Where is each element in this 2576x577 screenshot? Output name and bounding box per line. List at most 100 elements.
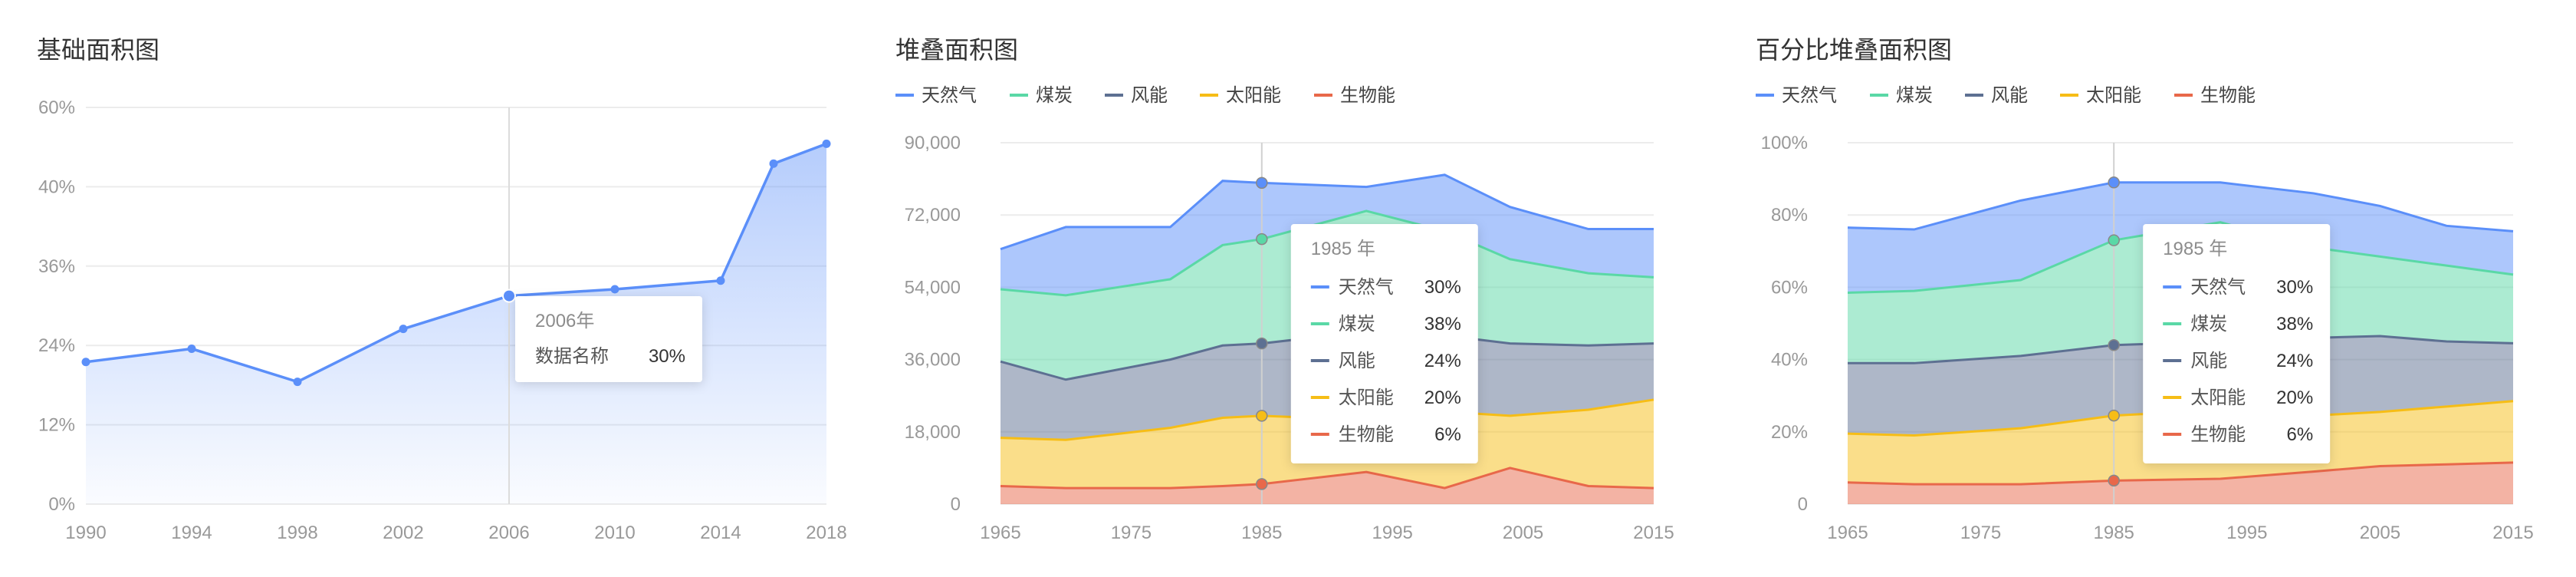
y-tick-label: 60% bbox=[1771, 277, 1808, 298]
tooltip-value: 24% bbox=[2276, 351, 2313, 371]
legend-item-biomass[interactable]: 生物能 bbox=[2174, 85, 2256, 106]
x-tick-label: 2005 bbox=[2360, 523, 2400, 543]
x-tick-label: 1995 bbox=[2226, 523, 2267, 543]
legend-item-coal[interactable]: 煤炭 bbox=[1870, 85, 1933, 106]
active-point[interactable] bbox=[2108, 409, 2120, 422]
x-tick-label: 1975 bbox=[1111, 523, 1152, 543]
x-tick-label: 1990 bbox=[65, 523, 106, 543]
legend-item-solar[interactable]: 太阳能 bbox=[2060, 85, 2141, 106]
data-point[interactable] bbox=[187, 345, 196, 354]
x-tick-label: 1965 bbox=[1827, 523, 1868, 543]
area-fill bbox=[86, 143, 826, 504]
x-tick-label: 1998 bbox=[277, 523, 317, 543]
tooltip-value: 6% bbox=[2287, 424, 2314, 445]
tooltip-box bbox=[515, 296, 702, 382]
x-tick-label: 2014 bbox=[700, 523, 741, 543]
legend-label: 太阳能 bbox=[1226, 85, 1281, 106]
data-point[interactable] bbox=[399, 325, 408, 334]
active-point[interactable] bbox=[2108, 176, 2120, 189]
active-point[interactable] bbox=[1256, 337, 1268, 350]
active-point[interactable] bbox=[2108, 339, 2120, 351]
legend-label: 天然气 bbox=[1782, 85, 1837, 106]
legend-item-wind[interactable]: 风能 bbox=[1105, 85, 1168, 106]
legend-label: 天然气 bbox=[922, 85, 977, 106]
legend-item-solar[interactable]: 太阳能 bbox=[1200, 85, 1281, 106]
x-tick-label: 1995 bbox=[1372, 523, 1413, 543]
x-tick-label: 1994 bbox=[171, 523, 212, 543]
legend-item-wind[interactable]: 风能 bbox=[1965, 85, 2028, 106]
tooltip: 1985 年天然气 30% 煤炭 38% 风能 24% 太阳能 20% 生物能 6% bbox=[2143, 224, 2331, 463]
chart-percent-stacked-area: 百分比堆叠面积图天然气 煤炭 风能 太阳能 生物能020%40%60%80%100%19… bbox=[1756, 36, 2534, 543]
y-tick-label: 0% bbox=[48, 494, 75, 515]
active-point[interactable] bbox=[1256, 176, 1268, 190]
y-tick-label: 40% bbox=[1771, 350, 1808, 371]
legend: 天然气 煤炭 风能 太阳能 生物能 bbox=[1756, 85, 2256, 106]
x-tick-label: 2018 bbox=[806, 523, 846, 543]
x-tick-label: 1965 bbox=[980, 523, 1020, 543]
tooltip-label: 天然气 bbox=[1339, 277, 1394, 298]
y-tick-label: 0 bbox=[1798, 494, 1808, 515]
y-tick-label: 20% bbox=[1771, 422, 1808, 443]
tooltip-value: 38% bbox=[2276, 314, 2313, 335]
legend-label: 生物能 bbox=[2200, 85, 2256, 106]
data-point[interactable] bbox=[293, 378, 302, 387]
data-point[interactable] bbox=[822, 139, 831, 148]
legend-item-coal[interactable]: 煤炭 bbox=[1010, 85, 1073, 106]
x-tick-label: 2002 bbox=[383, 523, 423, 543]
chart-stacked-area: 堆叠面积图天然气 煤炭 风能 太阳能 生物能018,00036,00054,00072,… bbox=[895, 36, 1674, 543]
chart-title: 基础面积图 bbox=[37, 36, 159, 64]
legend-item-natural-gas[interactable]: 天然气 bbox=[895, 85, 977, 106]
tooltip-value: 38% bbox=[1424, 314, 1461, 335]
y-tick-label: 54,000 bbox=[905, 277, 961, 298]
charts-canvas: 基础面积图 0% 12% 24% 36% 40% 60% 1990 1994 1998 2002 20… bbox=[37, 36, 2534, 543]
y-tick-label: 60% bbox=[38, 97, 75, 118]
tooltip-label: 天然气 bbox=[2190, 277, 2246, 298]
tooltip-label: 太阳能 bbox=[1339, 387, 1394, 408]
tooltip: 2006年数据名称 30% bbox=[515, 296, 702, 382]
legend-label: 风能 bbox=[1991, 85, 2028, 106]
legend-label: 生物能 bbox=[1340, 85, 1395, 106]
tooltip-label: 风能 bbox=[2190, 351, 2227, 371]
x-tick-label: 1975 bbox=[1960, 523, 2001, 543]
active-point[interactable] bbox=[2108, 474, 2120, 487]
x-tick-label: 1985 bbox=[2094, 523, 2134, 543]
tooltip-value: 30% bbox=[649, 346, 685, 367]
active-point[interactable] bbox=[1256, 232, 1268, 246]
legend-item-natural-gas[interactable]: 天然气 bbox=[1756, 85, 1837, 106]
tooltip-title: 1985 年 bbox=[2163, 239, 2227, 259]
tooltip-label: 风能 bbox=[1339, 351, 1375, 371]
data-point[interactable] bbox=[502, 288, 516, 303]
x-tick-label: 2006 bbox=[488, 523, 529, 543]
tooltip: 1985 年天然气 30% 煤炭 38% 风能 24% 太阳能 20% 生物能 6% bbox=[1290, 224, 1478, 463]
data-point[interactable] bbox=[716, 276, 725, 285]
y-tick-label: 18,000 bbox=[905, 422, 961, 443]
tooltip-title: 1985 年 bbox=[1311, 239, 1375, 259]
tooltip-label: 生物能 bbox=[2190, 424, 2246, 445]
chart-title: 百分比堆叠面积图 bbox=[1756, 36, 1952, 64]
x-tick-label: 1985 bbox=[1241, 523, 1282, 543]
tooltip-label: 数据名称 bbox=[535, 346, 609, 367]
tooltip-label: 煤炭 bbox=[1339, 314, 1375, 335]
active-point[interactable] bbox=[1256, 410, 1268, 422]
data-point[interactable] bbox=[610, 285, 619, 294]
legend-item-biomass[interactable]: 生物能 bbox=[1314, 85, 1395, 106]
legend-label: 太阳能 bbox=[2086, 85, 2141, 106]
chart-title: 堆叠面积图 bbox=[895, 36, 1018, 64]
y-tick-label: 100% bbox=[1761, 133, 1808, 153]
tooltip-value: 24% bbox=[1424, 351, 1461, 371]
y-tick-label: 36% bbox=[38, 256, 75, 277]
y-tick-label: 90,000 bbox=[905, 133, 961, 153]
tooltip-value: 30% bbox=[2276, 277, 2313, 298]
active-point[interactable] bbox=[2108, 234, 2120, 246]
active-point[interactable] bbox=[1256, 478, 1268, 490]
tooltip-value: 20% bbox=[2276, 387, 2313, 408]
x-tick-label: 2015 bbox=[2492, 523, 2533, 543]
data-point[interactable] bbox=[81, 358, 90, 367]
x-tick-label: 2015 bbox=[1633, 523, 1674, 543]
data-point[interactable] bbox=[769, 159, 778, 168]
x-tick-label: 2010 bbox=[594, 523, 635, 543]
legend-label: 煤炭 bbox=[1036, 85, 1073, 106]
y-tick-label: 0 bbox=[951, 494, 961, 515]
x-tick-label: 2005 bbox=[1503, 523, 1543, 543]
chart-basic-area: 基础面积图 0% 12% 24% 36% 40% 60% 1990 1994 1998 2002 20… bbox=[37, 36, 847, 543]
